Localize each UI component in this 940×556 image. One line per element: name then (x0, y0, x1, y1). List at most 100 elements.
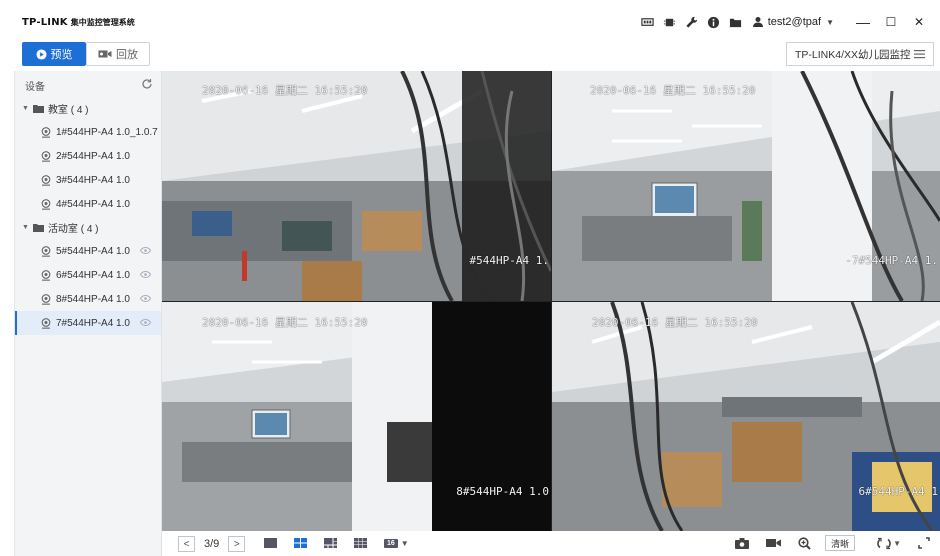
user-menu[interactable]: test2@tpaf ▼ (752, 16, 834, 28)
view-tools: 清晰 ▼ (718, 535, 930, 551)
osd-camera-name: 8#544HP-A4 1.0 (456, 485, 549, 498)
group-label: 活动室 ( 4 ) (47, 224, 99, 235)
eye-icon[interactable] (140, 271, 151, 278)
screen-icon[interactable] (640, 14, 656, 30)
info-icon[interactable] (706, 14, 722, 30)
group-label: 教室 ( 4 ) (47, 105, 89, 116)
osd-timestamp: 2020-06-16 星期二 16:55:20 (592, 316, 758, 329)
user-name: test2@tpaf (767, 16, 822, 28)
snapshot-button[interactable] (735, 537, 750, 549)
device-label: 8#544HP-A4 1.0 (56, 293, 130, 305)
video-camera-icon (98, 50, 112, 58)
play-circle-icon (35, 48, 47, 60)
device-label: 7#544HP-A4 1.0 (56, 317, 130, 329)
rotate-dropdown[interactable]: ▼ (877, 537, 901, 550)
group-activity-room[interactable]: ▼ 活动室 ( 4 ) (15, 216, 161, 239)
device-item-8[interactable]: 8#544HP-A4 1.0 (15, 287, 161, 311)
camera-icon (41, 293, 51, 305)
app-subtitle: 集中监控管理系统 (70, 18, 135, 27)
close-button[interactable]: ✕ (908, 13, 930, 31)
chevron-down-icon: ▼ (400, 538, 409, 548)
eye-icon[interactable] (140, 295, 151, 302)
device-tree-header: 设备 (15, 73, 161, 97)
device-item-4[interactable]: 4#544HP-A4 1.0 (15, 192, 161, 216)
minimize-button[interactable]: — (852, 13, 874, 31)
layout-six-icon (324, 538, 337, 548)
chevron-down-icon: ▼ (893, 538, 901, 548)
device-label: 4#544HP-A4 1.0 (56, 198, 130, 210)
layout-16-dropdown[interactable]: 16 ▼ (384, 538, 409, 548)
eye-icon[interactable] (140, 247, 151, 254)
fullscreen-button[interactable] (918, 537, 930, 549)
layout-options: 16 ▼ (264, 538, 409, 548)
video-tile-4[interactable]: 2020-06-16 星期二 16:55:20 6#544HP-A4 1 (552, 302, 940, 531)
chevron-down-icon: ▼ (826, 17, 834, 27)
device-item-5[interactable]: 5#544HP-A4 1.0 (15, 239, 161, 263)
site-name: TP-LINK4/XX幼儿园监控 (795, 48, 911, 61)
layout-count: 16 (384, 538, 398, 548)
preview-label: 预览 (50, 49, 73, 61)
expand-triangle-icon[interactable]: ▼ (22, 105, 29, 112)
device-item-2[interactable]: 2#544HP-A4 1.0 (15, 144, 161, 168)
camera-icon (41, 198, 51, 210)
zoom-button[interactable] (798, 536, 811, 550)
logo-text: TP-LINK (22, 17, 68, 28)
device-item-6[interactable]: 6#544HP-A4 1.0 (15, 263, 161, 287)
pager: < 3/9 > (178, 536, 246, 552)
video-tile-1[interactable]: 2020-06-16 星期二 16:55:20 #544HP-A4 1. (162, 71, 551, 301)
device-label: 2#544HP-A4 1.0 (56, 150, 130, 162)
layout-6-button[interactable] (324, 538, 337, 548)
camera-icon (41, 150, 51, 162)
device-label: 1#544HP-A4 1.0_1.0.7 (56, 126, 158, 138)
chip-icon[interactable] (662, 14, 678, 30)
maximize-button[interactable]: ☐ (880, 13, 902, 31)
rotate-icon (877, 537, 891, 549)
zoom-in-icon (798, 536, 811, 550)
folder-icon (32, 224, 44, 232)
layout-1-button[interactable] (264, 538, 277, 548)
camera-icon (41, 269, 51, 281)
refresh-icon[interactable] (141, 78, 153, 93)
device-sidebar: 设备 ▼ 教室 ( 4 ) 1#544HP-A4 1.0_1.0.7 2#544… (14, 71, 162, 556)
quality-toggle[interactable]: 清晰 (825, 535, 856, 551)
eye-icon[interactable] (140, 319, 151, 326)
osd-timestamp: 2020-06-16 星期二 16:55:20 (202, 316, 368, 329)
expand-triangle-icon[interactable]: ▼ (22, 224, 29, 231)
record-icon (766, 539, 782, 547)
layout-nine-icon (354, 538, 367, 548)
title-bar: TP-LINK 集中监控管理系统 test2@tpaf ▼ — ☐ ✕ (0, 0, 940, 40)
device-label: 6#544HP-A4 1.0 (56, 269, 130, 281)
playback-tab[interactable]: 回放 (86, 42, 150, 66)
osd-timestamp: 2020-06-16 星期二 16:55:20 (590, 84, 756, 97)
device-label: 5#544HP-A4 1.0 (56, 245, 130, 257)
camera-icon (41, 174, 51, 186)
folder-icon (32, 105, 44, 113)
device-item-1[interactable]: 1#544HP-A4 1.0_1.0.7 (15, 120, 161, 144)
record-button[interactable] (766, 538, 782, 548)
osd-camera-name: #544HP-A4 1. (469, 254, 549, 267)
device-tree-title: 设备 (25, 81, 45, 93)
fullscreen-icon (918, 537, 930, 549)
layout-quad-icon (294, 538, 307, 548)
camera-icon (41, 126, 51, 138)
user-icon (752, 17, 763, 27)
menu-icon[interactable] (914, 49, 925, 62)
device-item-3[interactable]: 3#544HP-A4 1.0 (15, 168, 161, 192)
page-indicator: 3/9 (204, 538, 220, 550)
video-grid: 2020-06-16 星期二 16:55:20 #544HP-A4 1. 202… (162, 71, 940, 531)
layout-9-button[interactable] (354, 538, 367, 548)
group-classroom[interactable]: ▼ 教室 ( 4 ) (15, 97, 161, 120)
prev-page-button[interactable]: < (178, 536, 195, 552)
folder-icon[interactable] (728, 14, 744, 30)
video-tile-2[interactable]: 2020-06-16 星期二 16:55:20 -7#544HP-A4 1. (552, 71, 940, 301)
preview-tab[interactable]: 预览 (22, 42, 86, 66)
next-page-button[interactable]: > (228, 536, 246, 552)
playback-label: 回放 (116, 49, 138, 61)
video-tile-3[interactable]: 2020-06-16 星期二 16:55:20 8#544HP-A4 1.0 (162, 302, 551, 531)
device-item-7[interactable]: 7#544HP-A4 1.0 (15, 311, 161, 335)
camera-snapshot-icon (735, 537, 750, 549)
layout-4-button[interactable] (294, 538, 307, 548)
device-label: 3#544HP-A4 1.0 (56, 174, 130, 186)
wrench-icon[interactable] (684, 14, 700, 30)
site-selector[interactable]: TP-LINK4/XX幼儿园监控 (786, 42, 934, 66)
